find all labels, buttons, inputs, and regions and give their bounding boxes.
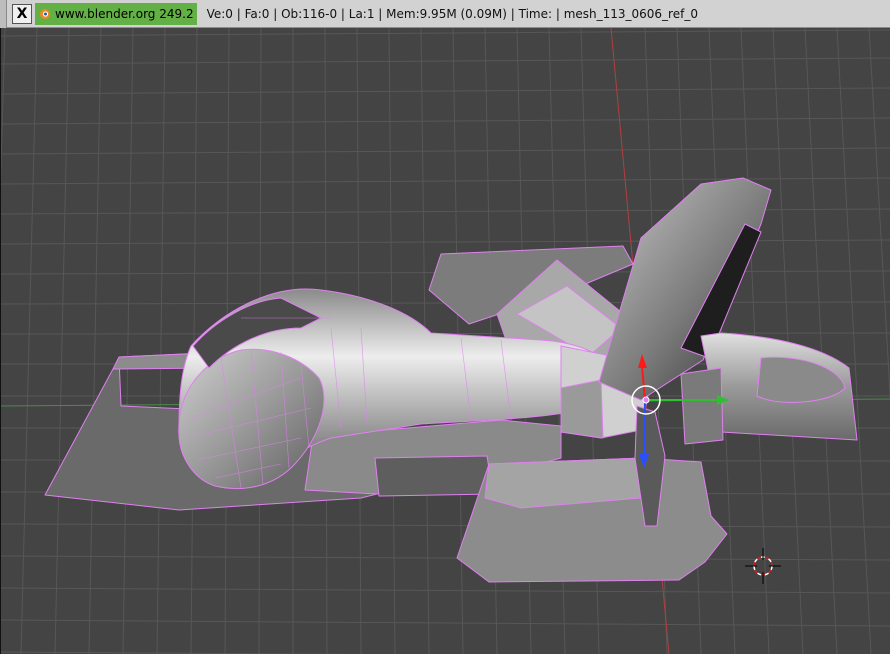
scene-stats: Ve:0 | Fa:0 | Ob:116-0 | La:1 | Mem:9.95… — [206, 6, 698, 21]
close-button[interactable]: X — [12, 3, 32, 24]
3d-viewport[interactable] — [0, 28, 890, 654]
blender-logo-icon — [40, 8, 50, 19]
3d-cursor-icon[interactable] — [745, 548, 781, 584]
viewport-canvas[interactable] — [1, 28, 890, 654]
version-label: www.blender.org 249.2 — [55, 6, 194, 21]
engine-block-side — [560, 379, 604, 439]
version-badge[interactable]: www.blender.org 249.2 — [35, 2, 197, 25]
info-header: X www.blender.org 249.2 Ve:0 | Fa:0 | Ob… — [0, 0, 890, 28]
blender-window: X www.blender.org 249.2 Ve:0 | Fa:0 | Ob… — [0, 0, 890, 654]
tail-connector — [680, 367, 724, 445]
header-edge — [0, 0, 7, 28]
manipulator-center-dot[interactable] — [642, 396, 650, 404]
selected-mesh[interactable] — [44, 177, 858, 583]
hull-bottom-step — [374, 455, 494, 497]
manipulator-z-axis[interactable] — [643, 401, 646, 457]
